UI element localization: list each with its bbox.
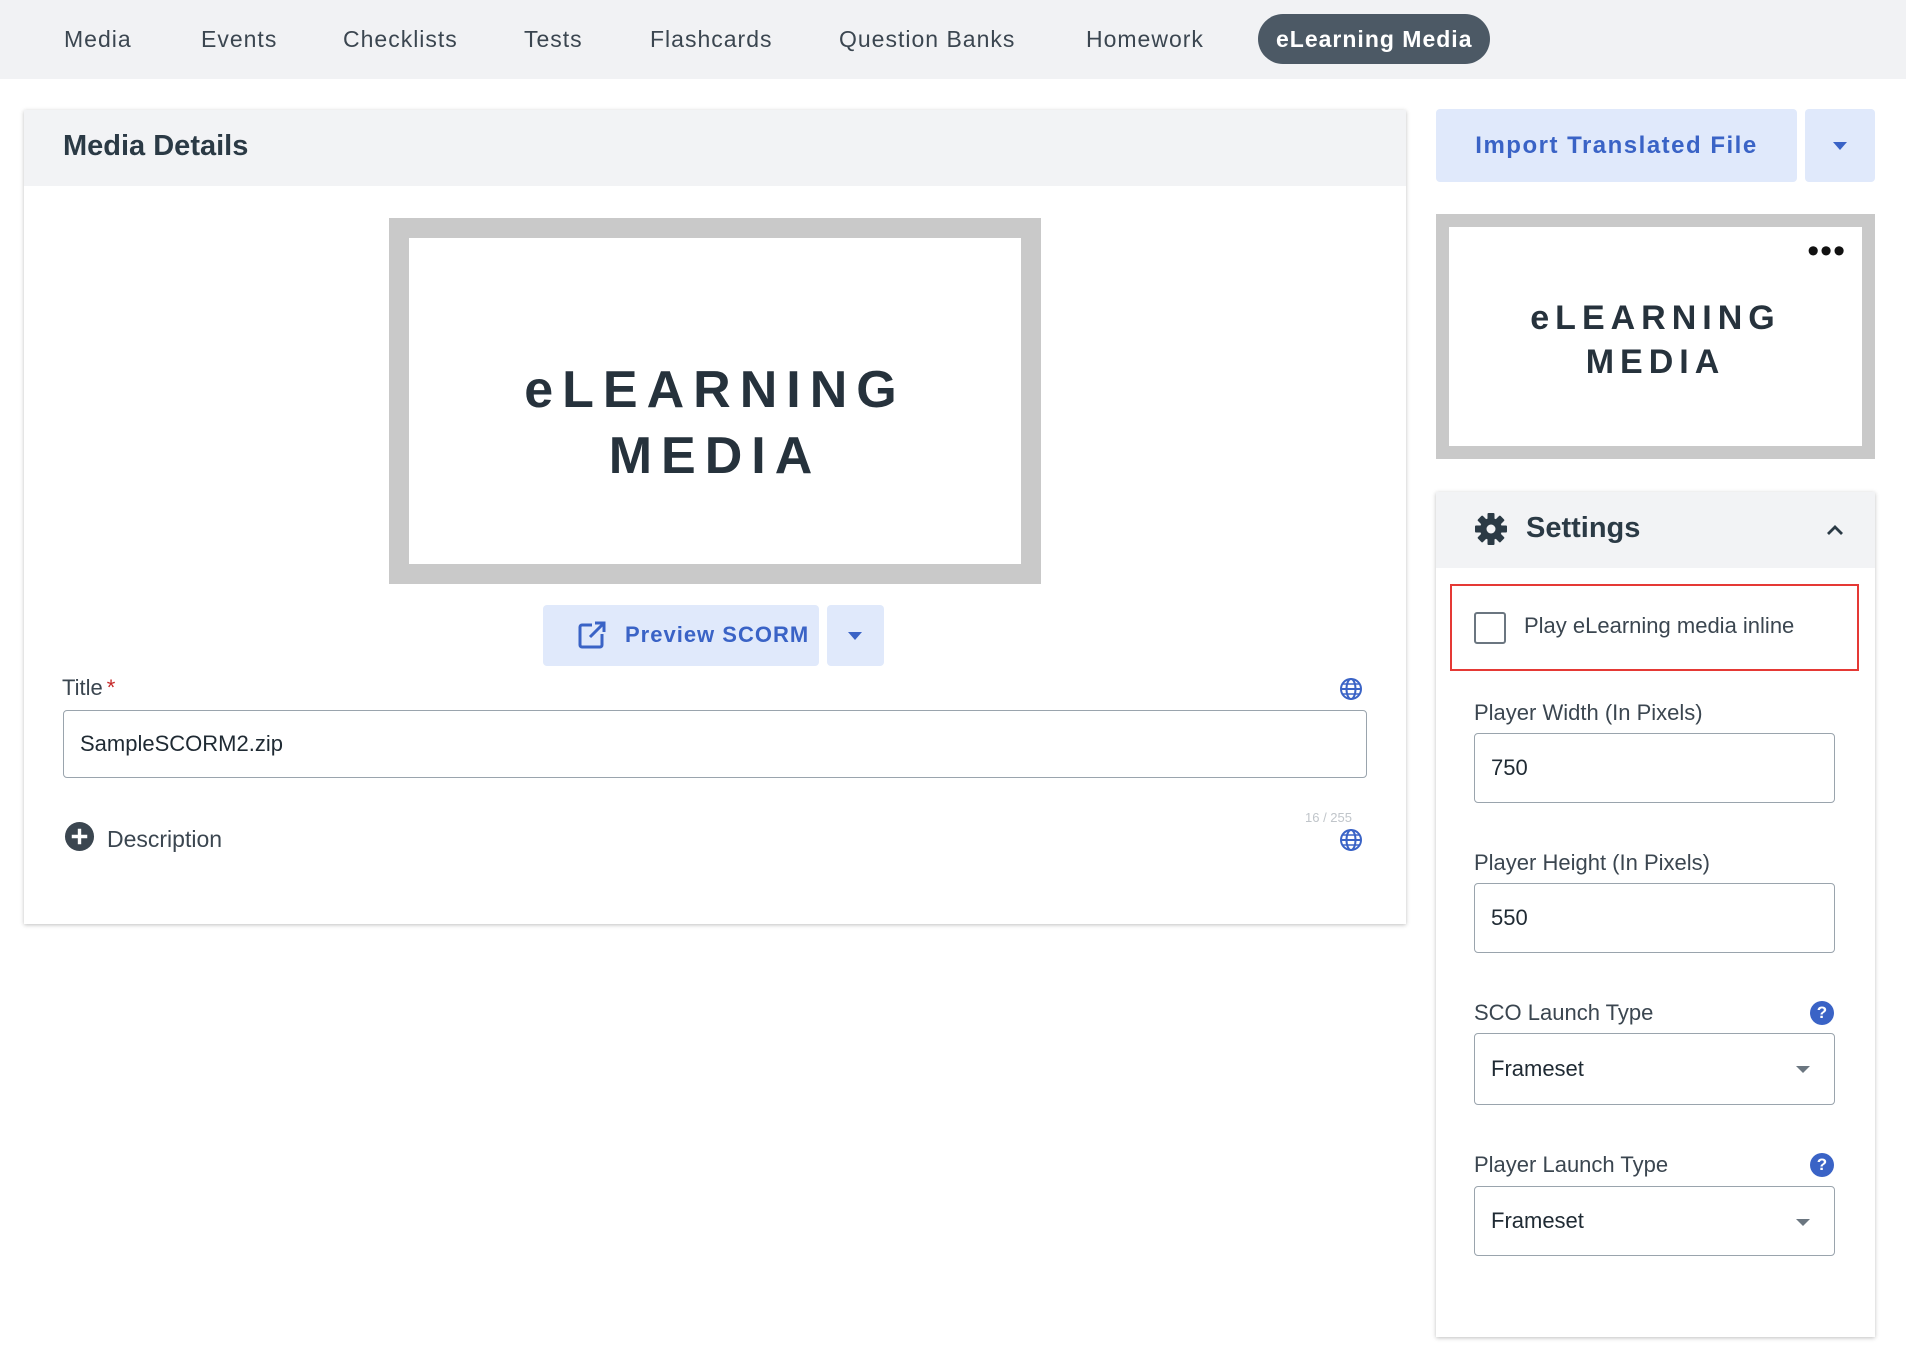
media-details-header: Media Details (24, 110, 1406, 186)
play-inline-highlight: Play eLearning media inline (1450, 584, 1859, 671)
gear-icon (1475, 513, 1507, 545)
thumbnail-text-line2: MEDIA (1585, 343, 1726, 381)
player-launch-type-select[interactable]: Frameset (1474, 1186, 1835, 1256)
tab-homework[interactable]: Homework (1068, 14, 1222, 64)
help-icon[interactable]: ? (1810, 1153, 1834, 1177)
import-translated-file-button[interactable]: Import Translated File (1436, 109, 1797, 182)
sco-launch-type-label: SCO Launch Type (1474, 1000, 1654, 1025)
tab-elearning-media[interactable]: eLearning Media (1258, 14, 1491, 64)
play-inline-checkbox[interactable] (1474, 612, 1506, 644)
tab-question-banks[interactable]: Question Banks (821, 14, 1033, 64)
help-icon[interactable]: ? (1810, 1001, 1834, 1025)
player-height-input[interactable]: 550 (1474, 883, 1835, 953)
media-thumbnail: eLEARNING MEDIA (389, 218, 1041, 584)
sco-launch-type-select[interactable]: Frameset (1474, 1033, 1835, 1105)
sco-launch-type-value: Frameset (1491, 1056, 1584, 1081)
media-details-title: Media Details (63, 130, 249, 162)
title-input[interactable]: SampleSCORM2.zip (63, 710, 1367, 778)
play-inline-label: Play eLearning media inline (1524, 613, 1795, 638)
player-width-input[interactable]: 750 (1474, 733, 1835, 803)
chevron-down-icon (1796, 1066, 1810, 1073)
more-options-icon[interactable]: ••• (1807, 234, 1846, 268)
title-label: Title * (62, 675, 116, 700)
tab-events[interactable]: Events (183, 14, 295, 64)
player-width-label: Player Width (In Pixels) (1474, 700, 1703, 725)
description-label[interactable]: Description (107, 826, 222, 853)
globe-icon[interactable] (1339, 677, 1363, 701)
tab-checklists[interactable]: Checklists (325, 14, 476, 64)
tab-tests[interactable]: Tests (506, 14, 601, 64)
chevron-down-icon (848, 632, 862, 640)
chevron-down-icon (1833, 142, 1847, 150)
title-char-counter: 16 / 255 (1305, 810, 1352, 825)
import-options-dropdown[interactable] (1805, 109, 1875, 182)
globe-icon[interactable] (1339, 828, 1363, 852)
settings-title: Settings (1526, 512, 1641, 544)
player-height-label: Player Height (In Pixels) (1474, 850, 1710, 875)
external-link-icon (578, 621, 606, 649)
chevron-up-icon[interactable] (1825, 520, 1845, 540)
sidebar-media-thumbnail: ••• eLEARNING MEDIA (1436, 214, 1875, 459)
thumbnail-text-line1: eLEARNING (1530, 299, 1781, 337)
player-launch-type-label: Player Launch Type (1474, 1152, 1669, 1177)
tab-flashcards[interactable]: Flashcards (632, 14, 790, 64)
player-launch-type-value: Frameset (1491, 1208, 1584, 1233)
thumbnail-text-line1: eLEARNING (524, 361, 906, 419)
preview-scorm-button[interactable]: Preview SCORM (543, 605, 819, 666)
add-circle-icon[interactable] (64, 821, 95, 852)
thumbnail-text-line2: MEDIA (608, 427, 822, 485)
preview-options-dropdown[interactable] (827, 605, 884, 666)
settings-panel: Settings Play eLearning media inline Pla… (1436, 492, 1875, 1337)
settings-header[interactable]: Settings (1436, 492, 1875, 568)
top-nav: Media Events Checklists Tests Flashcards… (0, 0, 1906, 79)
tab-media[interactable]: Media (46, 14, 150, 64)
chevron-down-icon (1796, 1219, 1810, 1226)
required-mark: * (106, 675, 116, 700)
preview-scorm-label: Preview SCORM (625, 622, 810, 647)
